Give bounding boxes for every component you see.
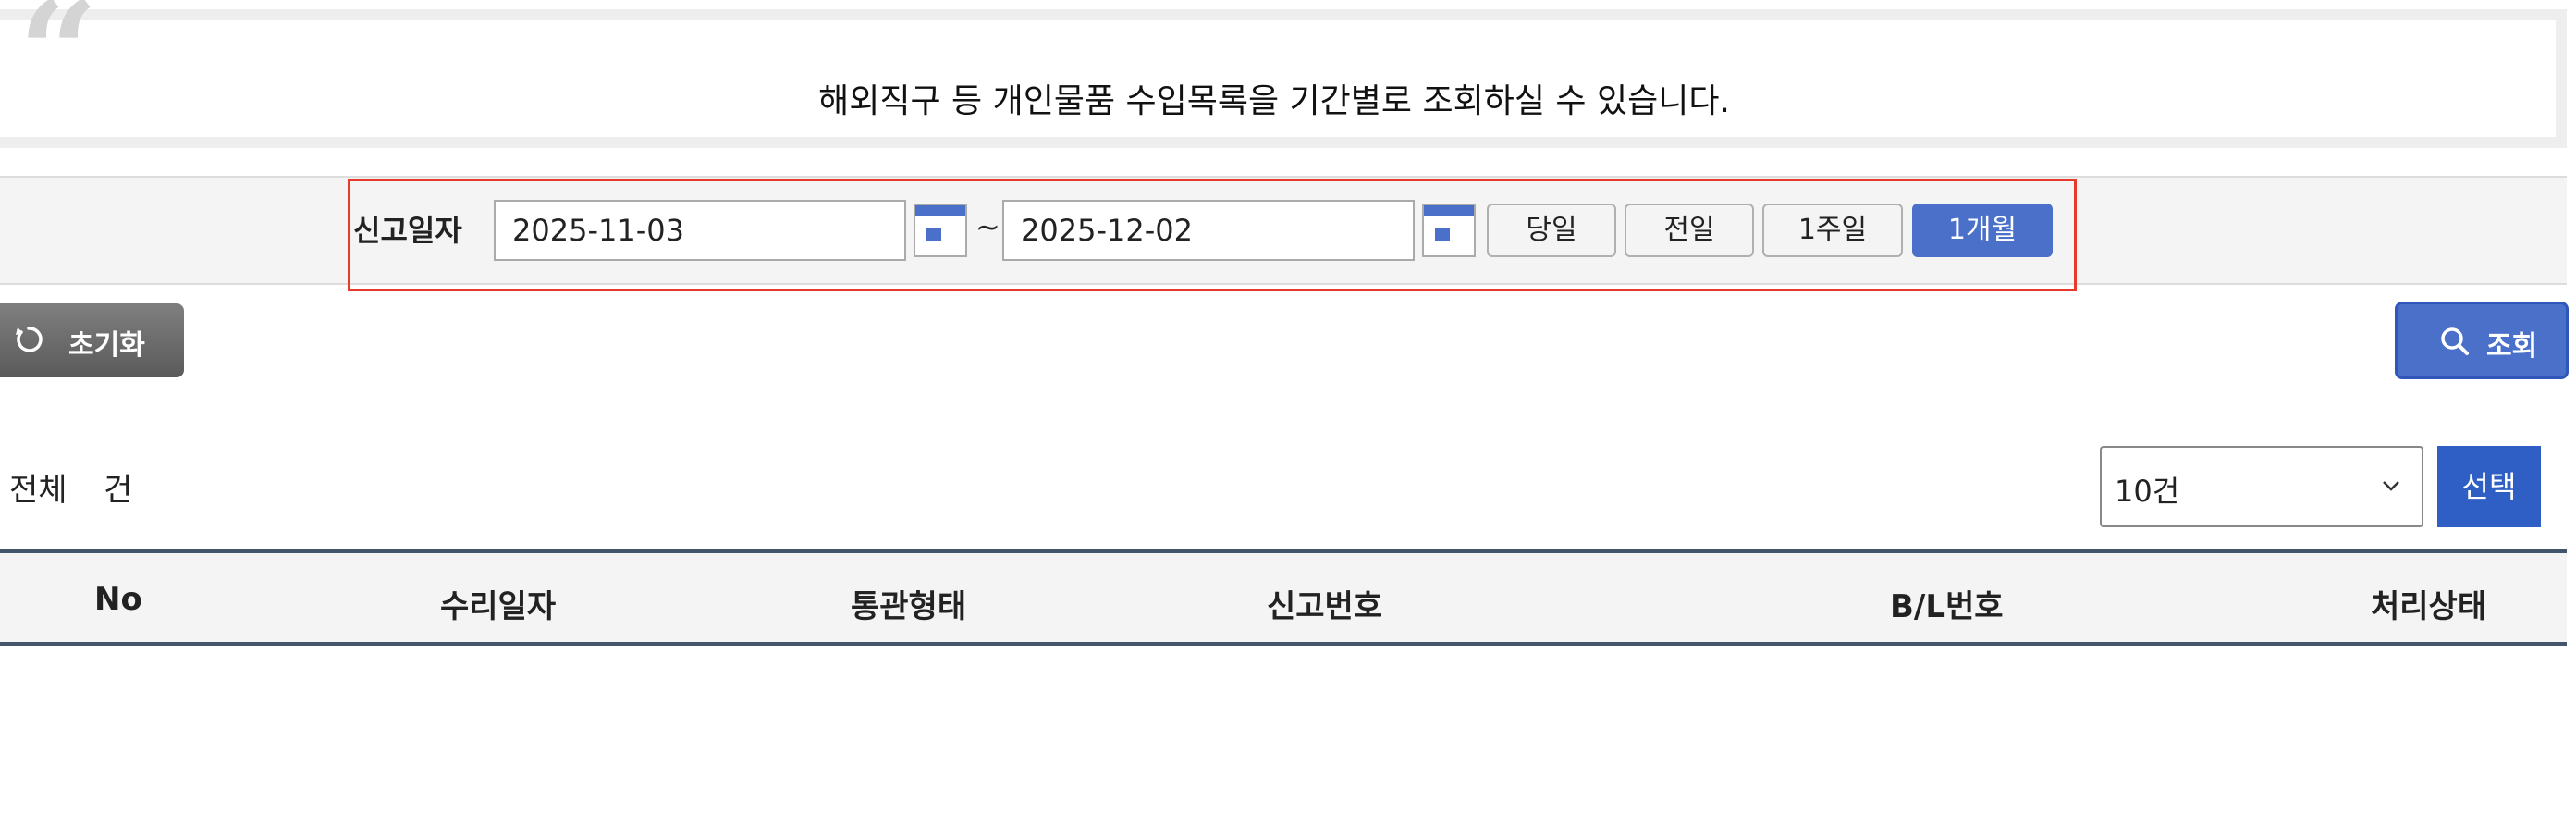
column-header-acceptance-date: 수리일자 — [440, 588, 557, 625]
end-calendar-icon[interactable] — [1422, 204, 1476, 257]
column-header-status: 처리상태 — [2371, 588, 2487, 625]
reset-label: 초기화 — [68, 329, 145, 362]
notice-box: “ 해외직구 등 개인물품 수입목록을 기간별로 조회하실 수 있습니다. — [0, 0, 2567, 148]
page-size-select[interactable]: 10건 — [2100, 446, 2423, 527]
total-unit: 건 — [104, 472, 133, 509]
refresh-icon — [16, 327, 43, 352]
total-label: 전체 — [9, 472, 67, 509]
start-date-input[interactable] — [494, 200, 906, 261]
period-yesterday-button[interactable]: 전일 — [1625, 204, 1754, 257]
date-field-label: 신고일자 — [353, 213, 462, 248]
search-button[interactable]: 조회 — [2395, 302, 2569, 379]
column-header-bl-number: B/L번호 — [1890, 588, 2004, 625]
period-month-button[interactable]: 1개월 — [1912, 204, 2053, 257]
search-label: 조회 — [2486, 330, 2538, 363]
page-size-value: 10건 — [2115, 474, 2180, 509]
chevron-down-icon — [2383, 481, 2399, 491]
column-header-no: No — [94, 581, 142, 618]
end-date-input[interactable] — [1002, 200, 1415, 261]
column-header-clearance-type: 통관형태 — [851, 588, 967, 625]
start-calendar-icon[interactable] — [914, 204, 967, 257]
notice-text: 해외직구 등 개인물품 수입목록을 기간별로 조회하실 수 있습니다. — [818, 82, 1730, 120]
period-today-button[interactable]: 당일 — [1487, 204, 1616, 257]
table-header: No 수리일자 통관형태 신고번호 B/L번호 처리상태 — [0, 549, 2567, 646]
period-week-button[interactable]: 1주일 — [1762, 204, 1903, 257]
select-button[interactable]: 선택 — [2437, 446, 2541, 527]
search-icon — [2441, 327, 2469, 355]
reset-button[interactable]: 초기화 — [0, 303, 184, 377]
column-header-declaration-number: 신고번호 — [1267, 588, 1383, 625]
date-separator: ~ — [975, 209, 1000, 244]
